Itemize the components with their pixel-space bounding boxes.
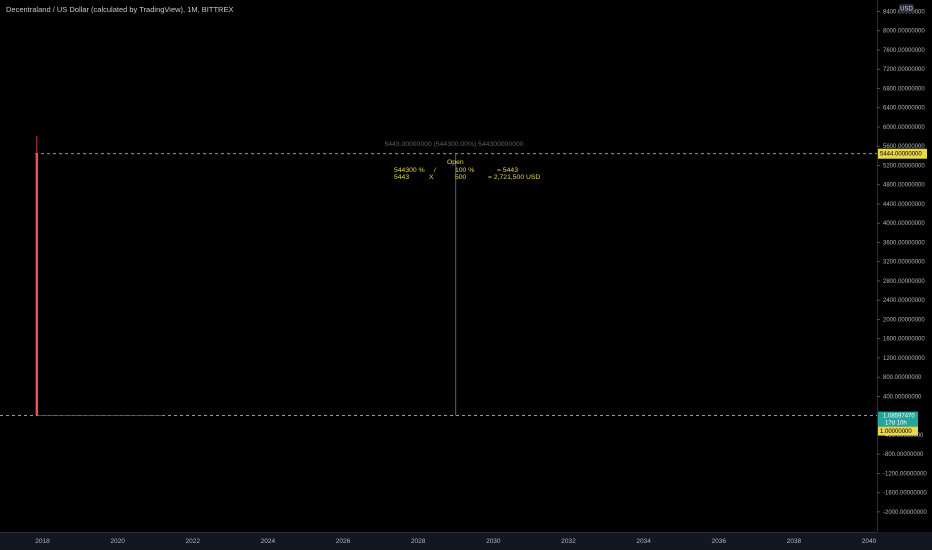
x-tick-label: 2036 <box>711 538 726 545</box>
upper-price-label: 5444.00000000 <box>878 148 927 159</box>
lower-price-text: 1.00000000 <box>880 429 912 435</box>
current-price-label: 1.08597470 17d 10h <box>878 411 918 427</box>
y-tick-label: -1600.00000000 <box>883 491 927 497</box>
y-tick-label: 2000.00000000 <box>883 317 925 323</box>
calc-row2-c4: = 2,721,500 USD <box>488 174 540 181</box>
y-tick-label: -800.00000000 <box>883 452 924 458</box>
x-tick-label: 2038 <box>787 538 802 545</box>
x-tick-label: 2034 <box>636 538 651 545</box>
x-tick-label: 2030 <box>486 538 501 545</box>
y-tick-label: 1200.00000000 <box>883 356 925 362</box>
y-tick-label: 6800.00000000 <box>883 86 925 92</box>
y-tick-label: 6000.00000000 <box>883 125 925 131</box>
chart-title: Decentraland / US Dollar (calculated by … <box>6 5 234 14</box>
x-tick-label: 2028 <box>411 538 426 545</box>
y-tick-label: -2000.00000000 <box>883 510 927 516</box>
y-tick-label: 2400.00000000 <box>883 298 925 304</box>
calc-row2-c1: 5443 <box>394 174 409 181</box>
y-tick-label: -1200.00000000 <box>883 471 927 477</box>
currency-badge-text: USD <box>900 7 913 13</box>
x-tick-label: 2024 <box>261 538 276 545</box>
y-tick-label: 8000.00000000 <box>883 29 925 35</box>
calc-row2-c3: 500 <box>455 174 467 181</box>
y-tick-label: 800.00000000 <box>883 375 922 381</box>
upper-price-text: 5444.00000000 <box>880 152 922 158</box>
x-tick-label: 2040 <box>862 538 877 545</box>
calc-row2-c2: X <box>429 174 434 181</box>
x-tick-label: 2032 <box>561 538 576 545</box>
calc-row1-c3: 100 % <box>455 167 474 174</box>
y-tick-label: 5200.00000000 <box>883 163 925 169</box>
candle-countdown-text: 17d 10h <box>885 421 907 427</box>
y-tick-label: 4000.00000000 <box>883 221 925 227</box>
y-tick-label: 7600.00000000 <box>883 48 925 54</box>
y-tick-label: 3600.00000000 <box>883 240 925 246</box>
y-tick-label: 2800.00000000 <box>883 279 925 285</box>
y-axis[interactable]: 8400.000000008000.000000007600.000000007… <box>877 0 927 532</box>
y-tick-label: 4400.00000000 <box>883 202 925 208</box>
current-price-text: 1.08597470 <box>883 414 915 420</box>
y-tick-label: 7200.00000000 <box>883 67 925 73</box>
y-tick-label: 4800.00000000 <box>883 183 925 189</box>
position-calculator: Open 544300 % / 100 % = 5443 5443 X 500 … <box>394 159 540 181</box>
calc-open-label: Open <box>447 159 464 166</box>
candle-body <box>35 153 39 416</box>
x-tick-label: 2020 <box>110 538 125 545</box>
range-info-label: 5443.00000000 (544300.00%) 544300000000 <box>384 141 523 148</box>
y-tick-label: 3200.00000000 <box>883 260 925 266</box>
x-tick-label: 2022 <box>186 538 201 545</box>
calc-row1-c4: = 5443 <box>497 167 518 174</box>
x-tick-label: 2026 <box>336 538 351 545</box>
y-tick-label: 1600.00000000 <box>883 337 925 343</box>
y-tick-label: 400.00000000 <box>883 394 922 400</box>
lower-price-label: 1.00000000 <box>878 426 918 436</box>
calc-row1-c1: 544300 % <box>394 167 425 174</box>
currency-badge[interactable]: USD <box>899 4 914 13</box>
y-tick-label: 6400.00000000 <box>883 106 925 112</box>
calc-row1-c2: / <box>434 167 436 174</box>
x-tick-label: 2018 <box>35 538 50 545</box>
price-chart[interactable]: 8400.000000008000.000000007600.000000007… <box>0 0 932 550</box>
